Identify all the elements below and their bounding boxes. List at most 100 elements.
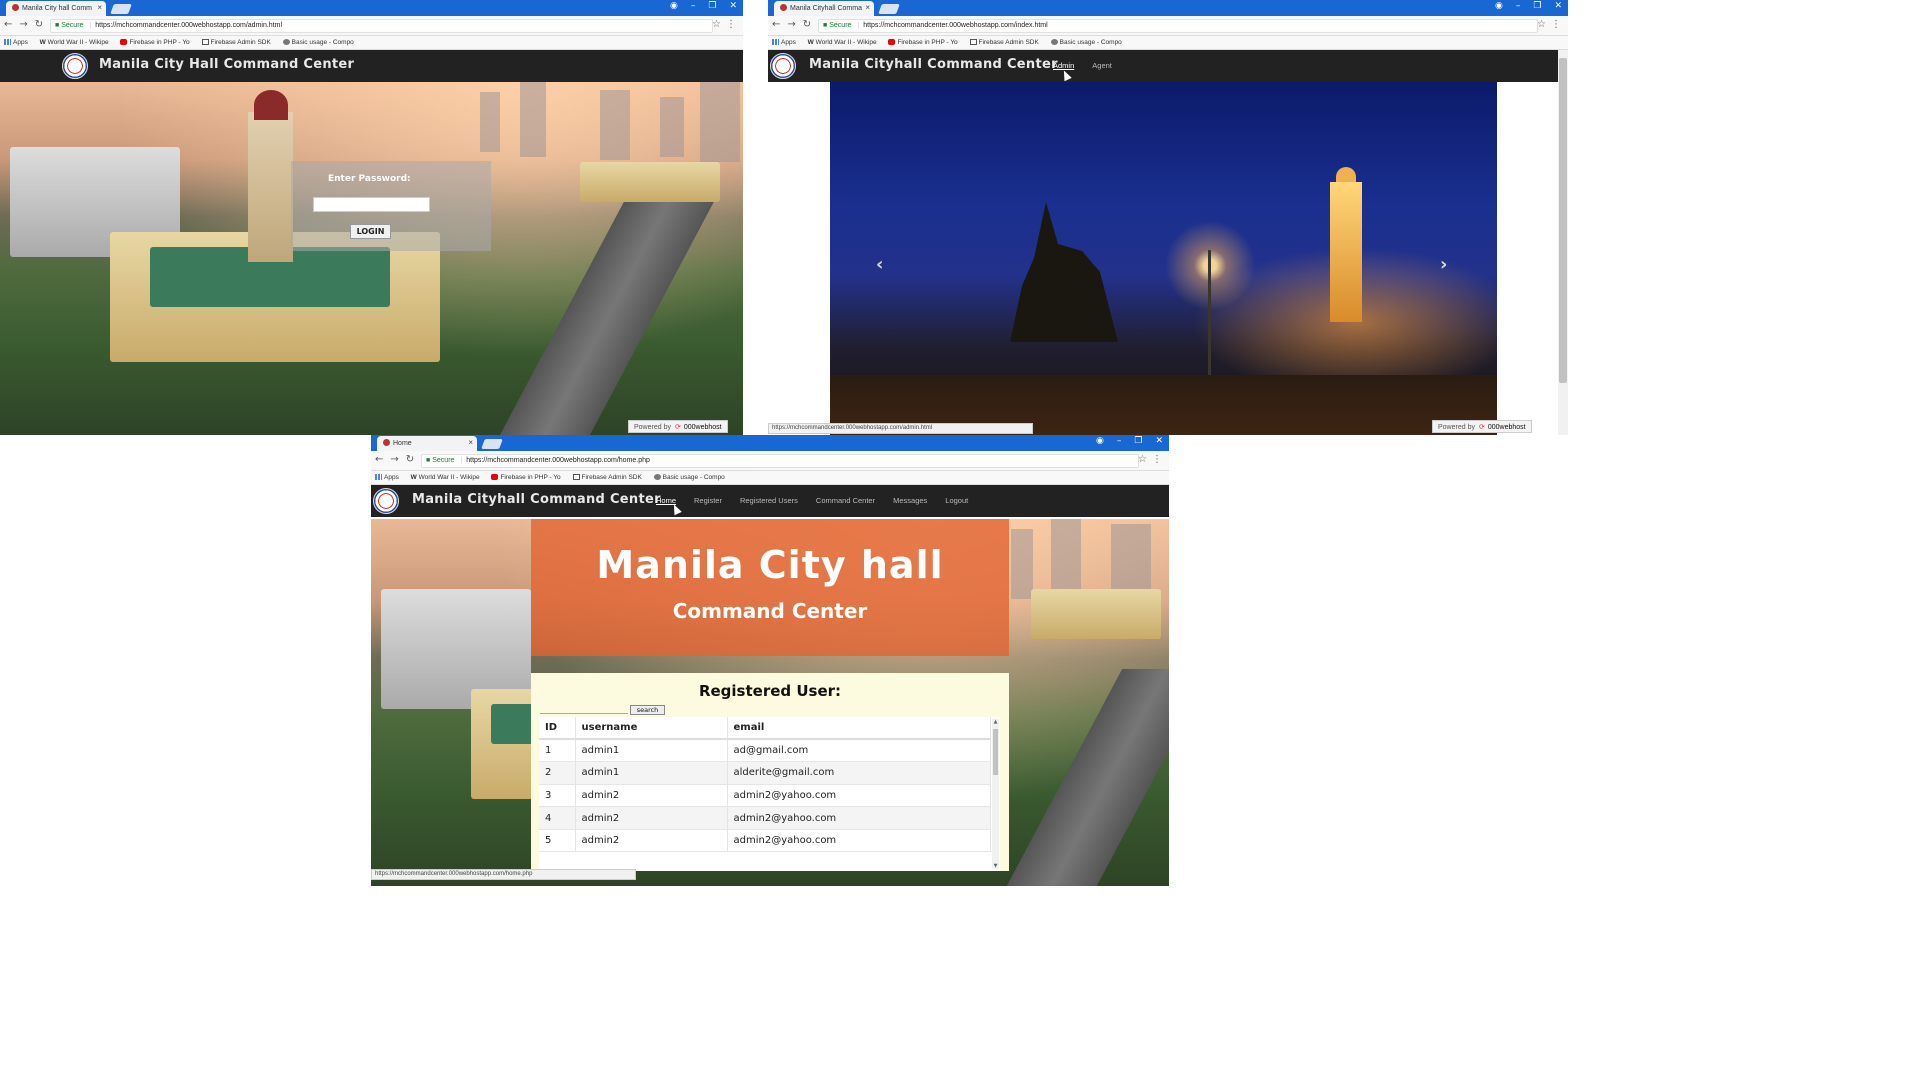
- page-scrollbar[interactable]: [1558, 50, 1568, 435]
- bookmark-apps[interactable]: Apps: [4, 39, 28, 46]
- cell-email: admin2@yahoo.com: [727, 806, 991, 830]
- site-brand[interactable]: Manila City Hall Command Center: [99, 57, 354, 72]
- scroll-down-icon[interactable]: ▼: [992, 863, 999, 869]
- scroll-up-icon[interactable]: ▲: [992, 719, 999, 725]
- table-row[interactable]: 2 admin1 alderite@gmail.com: [539, 761, 991, 785]
- city-seal-logo[interactable]: [62, 53, 88, 79]
- carousel-prev-icon[interactable]: ‹: [876, 254, 883, 275]
- profile-icon[interactable]: ◉: [670, 1, 678, 11]
- back-icon[interactable]: ←: [4, 19, 12, 30]
- carousel-next-icon[interactable]: ›: [1440, 254, 1447, 275]
- bookmark-wikipedia[interactable]: W World War II - Wikipe: [411, 474, 480, 481]
- minimize-icon[interactable]: –: [1516, 1, 1521, 11]
- close-tab-icon[interactable]: ×: [97, 3, 102, 12]
- scrollbar-thumb[interactable]: [993, 729, 998, 775]
- bookmark-wikipedia[interactable]: W World War II - Wikipe: [40, 39, 109, 46]
- bookmark-firebase[interactable]: Firebase Admin SDK: [201, 39, 271, 46]
- password-input[interactable]: [313, 197, 430, 212]
- new-tab-button[interactable]: [110, 4, 132, 14]
- bookmark-youtube[interactable]: Firebase in PHP - Yo: [491, 474, 561, 481]
- restore-icon[interactable]: ❐: [708, 1, 716, 11]
- bookmark-apps[interactable]: Apps: [772, 39, 796, 46]
- new-tab-button[interactable]: [481, 439, 503, 449]
- cell-email: admin2@yahoo.com: [727, 829, 991, 853]
- nav-logout[interactable]: Logout: [945, 496, 968, 505]
- nav-registered-users[interactable]: Registered Users: [740, 496, 798, 505]
- profile-icon[interactable]: ◉: [1495, 1, 1503, 11]
- table-row[interactable]: 1 admin1 ad@gmail.com: [539, 739, 991, 763]
- bookmark-firebase[interactable]: Firebase Admin SDK: [572, 474, 642, 481]
- minimize-icon[interactable]: –: [1117, 436, 1122, 446]
- registered-users-panel: Registered User: search ID username emai…: [531, 673, 1009, 871]
- users-table-container[interactable]: ID username email 1 admin1 ad@gmail.com …: [539, 717, 1000, 871]
- address-bar[interactable]: ■ Secure | https://mchcommandcenter.000webh…: [421, 454, 1139, 468]
- address-bar[interactable]: ■ Secure | https://mchcommandcenter.000webh…: [818, 19, 1538, 33]
- reload-icon[interactable]: ↻: [406, 454, 414, 465]
- image-carousel: ‹ ›: [830, 82, 1497, 435]
- site-brand[interactable]: Manila Cityhall Command Center: [412, 492, 661, 507]
- browser-menu-icon[interactable]: ⋮: [1551, 19, 1561, 30]
- new-tab-button[interactable]: [878, 4, 900, 14]
- forward-icon[interactable]: →: [19, 19, 27, 30]
- login-button[interactable]: LOGIN: [350, 224, 391, 239]
- browser-tab[interactable]: Manila City hall Comm ×: [6, 1, 106, 16]
- browser-toolbar: ← → ↻ ■ Secure | https://mchcommandcenter.000…: [768, 16, 1568, 36]
- forward-icon[interactable]: →: [787, 19, 795, 30]
- restore-icon[interactable]: ❐: [1134, 436, 1142, 446]
- nav-messages[interactable]: Messages: [893, 496, 927, 505]
- bookmark-firebase[interactable]: Firebase Admin SDK: [969, 39, 1039, 46]
- browser-menu-icon[interactable]: ⋮: [1152, 454, 1162, 465]
- back-icon[interactable]: ←: [772, 19, 780, 30]
- nav-register[interactable]: Register: [694, 496, 722, 505]
- table-scrollbar[interactable]: ▲ ▼: [992, 719, 999, 869]
- city-seal-logo[interactable]: [373, 488, 399, 514]
- bookmark-apps[interactable]: Apps: [375, 474, 399, 481]
- bookmark-basic-usage[interactable]: Basic usage - Compo: [282, 39, 354, 46]
- search-button[interactable]: search: [630, 705, 665, 715]
- browser-tab[interactable]: Manila Cityhall Comma ×: [774, 1, 874, 16]
- bookmark-star-icon[interactable]: ☆: [1138, 454, 1147, 465]
- bookmark-wikipedia[interactable]: W World War II - Wikipe: [808, 39, 877, 46]
- table-row[interactable]: 3 admin2 admin2@yahoo.com: [539, 784, 991, 808]
- nav-agent[interactable]: Agent: [1092, 61, 1112, 70]
- close-window-icon[interactable]: ✕: [1554, 1, 1562, 11]
- column-header-username[interactable]: username: [575, 717, 728, 740]
- bookmark-star-icon[interactable]: ☆: [1537, 19, 1546, 30]
- table-row[interactable]: 4 admin2 admin2@yahoo.com: [539, 806, 991, 830]
- column-header-email[interactable]: email: [727, 717, 991, 740]
- column-header-id[interactable]: ID: [539, 717, 576, 740]
- reload-icon[interactable]: ↻: [803, 19, 811, 30]
- site-favicon: [12, 4, 19, 11]
- reload-icon[interactable]: ↻: [35, 19, 43, 30]
- powered-by-badge[interactable]: Powered by ⟳ 000webhost: [1432, 420, 1532, 433]
- close-window-icon[interactable]: ✕: [729, 1, 737, 11]
- bookmark-star-icon[interactable]: ☆: [712, 19, 721, 30]
- bookmark-basic-usage[interactable]: Basic usage - Compo: [1050, 39, 1122, 46]
- close-window-icon[interactable]: ✕: [1155, 436, 1163, 446]
- tab-title: Home: [393, 440, 412, 447]
- forward-icon[interactable]: →: [390, 454, 398, 465]
- bookmark-basic-usage[interactable]: Basic usage - Compo: [653, 474, 725, 481]
- nav-command-center[interactable]: Command Center: [816, 496, 875, 505]
- browser-menu-icon[interactable]: ⋮: [726, 19, 736, 30]
- close-tab-icon[interactable]: ×: [865, 3, 870, 12]
- nav-admin[interactable]: Admin: [1053, 61, 1074, 70]
- close-tab-icon[interactable]: ×: [468, 438, 473, 447]
- back-icon[interactable]: ←: [375, 454, 383, 465]
- scrollbar-thumb[interactable]: [1559, 58, 1567, 383]
- site-favicon: [780, 4, 787, 11]
- bookmark-youtube[interactable]: Firebase in PHP - Yo: [888, 39, 958, 46]
- table-row[interactable]: 5 admin2 admin2@yahoo.com: [539, 829, 991, 853]
- bookmark-youtube[interactable]: Firebase in PHP - Yo: [120, 39, 190, 46]
- powered-by-badge[interactable]: Powered by ⟳ 000webhost: [628, 420, 728, 433]
- city-seal-logo[interactable]: [770, 53, 796, 79]
- address-bar[interactable]: ■ Secure | https://mchcommandcenter.000webh…: [50, 19, 713, 33]
- cell-username: admin1: [575, 761, 728, 785]
- restore-icon[interactable]: ❐: [1533, 1, 1541, 11]
- minimize-icon[interactable]: –: [691, 1, 696, 11]
- site-brand[interactable]: Manila Cityhall Command Center: [809, 57, 1058, 72]
- browser-titlebar: Manila City hall Comm × ◉ – ❐ ✕: [0, 0, 743, 16]
- search-input[interactable]: [540, 705, 628, 714]
- browser-tab[interactable]: Home ×: [377, 436, 477, 451]
- profile-icon[interactable]: ◉: [1096, 436, 1104, 446]
